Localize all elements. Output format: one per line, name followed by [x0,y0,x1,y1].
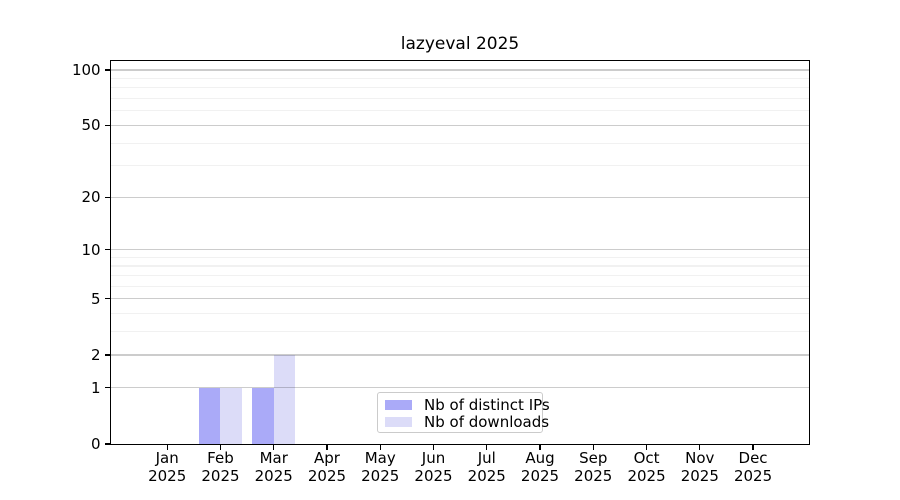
minor-gridline [111,78,809,79]
y-tick-label: 100 [41,61,101,79]
minor-gridline [111,265,809,266]
axis-spine-right [809,60,810,446]
legend-item-downloads: Nb of downloads [385,414,534,432]
minor-gridline [111,313,809,314]
major-gridline [111,197,809,198]
y-tick-label: 10 [41,241,101,259]
major-gridline [111,125,809,126]
y-tick-label: 0 [41,435,101,453]
y-tickmark [105,69,110,70]
legend-label: Nb of downloads [424,413,549,431]
y-tick-label: 5 [41,290,101,308]
legend-item-distinct-ips: Nb of distinct IPs [385,396,534,414]
bar-downloads-mar [274,355,295,444]
minor-gridline [111,275,809,276]
legend: Nb of distinct IPs Nb of downloads [377,392,543,433]
download-stats-chart: lazyeval 2025 0125102050100Jan2025Feb202… [0,0,900,500]
y-tickmark [105,354,110,355]
y-tick-label: 2 [41,346,101,364]
minor-gridline [111,110,809,111]
y-tick-label: 1 [41,379,101,397]
major-gridline [111,298,809,299]
major-gridline [111,69,809,70]
y-tick-label: 20 [41,188,101,206]
bar-distinct-ips-feb [199,388,220,444]
y-tickmark [105,387,110,388]
axis-spine-bottom [110,444,811,445]
legend-swatch-downloads [385,417,412,427]
y-tickmark [105,443,110,444]
y-tickmark [105,125,110,126]
axis-spine-top [110,60,811,61]
minor-gridline [111,98,809,99]
y-tickmark [105,197,110,198]
minor-gridline [111,331,809,332]
minor-gridline [111,87,809,88]
y-tickmark [105,298,110,299]
y-tickmark [105,249,110,250]
major-gridline [111,354,809,355]
minor-gridline [111,286,809,287]
legend-label: Nb of distinct IPs [424,396,550,414]
bar-downloads-feb [220,388,241,444]
major-gridline [111,249,809,250]
legend-swatch-distinct-ips [385,400,412,410]
x-tick-label: Dec2025 [721,450,785,485]
minor-gridline [111,143,809,144]
axis-spine-left [110,60,111,446]
minor-gridline [111,257,809,258]
x-tick-year: 2025 [721,468,785,486]
bar-distinct-ips-mar [252,388,273,444]
minor-gridline [111,165,809,166]
major-gridline [111,387,809,388]
y-tick-label: 50 [41,116,101,134]
